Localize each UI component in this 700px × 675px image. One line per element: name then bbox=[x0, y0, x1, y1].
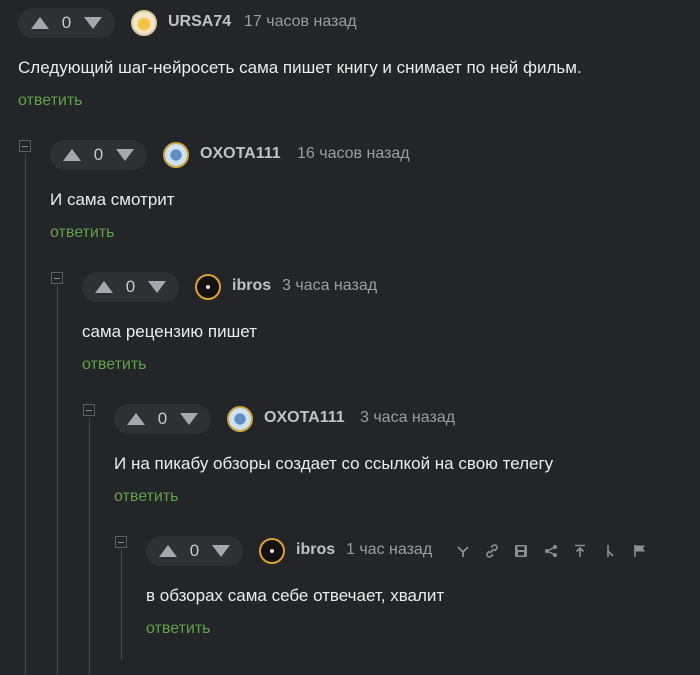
comment-score: 0 bbox=[189, 541, 200, 560]
avatar[interactable] bbox=[195, 274, 221, 300]
comment-score: 0 bbox=[157, 409, 168, 428]
vote-widget: 0 bbox=[146, 536, 243, 566]
downvote-icon[interactable] bbox=[212, 545, 230, 557]
upvote-icon[interactable] bbox=[63, 149, 81, 161]
vote-widget: 0 bbox=[82, 272, 179, 302]
comment-author[interactable]: URSA74 bbox=[168, 13, 231, 31]
upvote-icon[interactable] bbox=[31, 17, 49, 29]
avatar[interactable] bbox=[259, 538, 285, 564]
avatar[interactable] bbox=[131, 10, 157, 36]
share-icon[interactable] bbox=[543, 543, 559, 559]
downvote-icon[interactable] bbox=[84, 17, 102, 29]
comment-time[interactable]: 1 час назад bbox=[346, 541, 432, 559]
branch-icon[interactable] bbox=[455, 543, 471, 559]
up-arrow-icon[interactable] bbox=[572, 543, 588, 559]
thread-line bbox=[121, 550, 122, 660]
thread-line bbox=[57, 286, 58, 675]
vote-widget: 0 bbox=[50, 140, 147, 170]
comment-score: 0 bbox=[61, 13, 72, 32]
downvote-icon[interactable] bbox=[116, 149, 134, 161]
comment-text: И на пикабу обзоры создает со ссылкой на… bbox=[114, 454, 554, 473]
avatar[interactable] bbox=[227, 406, 253, 432]
comment-time[interactable]: 16 часов назад bbox=[297, 145, 410, 163]
reply-button[interactable]: ответить bbox=[82, 356, 147, 374]
reply-button[interactable]: ответить bbox=[146, 620, 211, 638]
downvote-icon[interactable] bbox=[148, 281, 166, 293]
vote-widget: 0 bbox=[18, 8, 115, 38]
comment-text: И сама смотрит bbox=[50, 190, 175, 209]
flag-icon[interactable] bbox=[632, 543, 648, 559]
reply-button[interactable]: ответить bbox=[18, 92, 83, 110]
avatar[interactable] bbox=[163, 142, 189, 168]
upvote-icon[interactable] bbox=[127, 413, 145, 425]
vote-widget: 0 bbox=[114, 404, 211, 434]
comment-score: 0 bbox=[125, 277, 136, 296]
comment-text: сама рецензию пишет bbox=[82, 322, 257, 341]
link-icon[interactable] bbox=[484, 543, 500, 559]
collapse-icon[interactable] bbox=[19, 140, 31, 152]
comment-author[interactable]: ibros bbox=[232, 277, 271, 295]
comment-author[interactable]: ibros bbox=[296, 541, 335, 559]
collapse-icon[interactable] bbox=[83, 404, 95, 416]
collapse-icon[interactable] bbox=[115, 536, 127, 548]
reply-button[interactable]: ответить bbox=[114, 488, 179, 506]
thread-line bbox=[25, 154, 26, 675]
save-icon[interactable] bbox=[513, 543, 529, 559]
upvote-icon[interactable] bbox=[159, 545, 177, 557]
thread-line bbox=[89, 418, 90, 675]
comment-text: Следующий шаг-нейросеть сама пишет книгу… bbox=[18, 58, 582, 77]
comment-author[interactable]: OXOTA111 bbox=[200, 145, 281, 163]
comment-time[interactable]: 17 часов назад bbox=[244, 13, 357, 31]
comment-score: 0 bbox=[93, 145, 104, 164]
downvote-icon[interactable] bbox=[180, 413, 198, 425]
comment-text: в обзорах сама себе отвечает, хвалит bbox=[146, 586, 445, 605]
collapse-branch-icon[interactable] bbox=[602, 543, 618, 559]
comment-author[interactable]: OXOTA111 bbox=[264, 409, 345, 427]
upvote-icon[interactable] bbox=[95, 281, 113, 293]
comment-time[interactable]: 3 часа назад bbox=[282, 277, 377, 295]
reply-button[interactable]: ответить bbox=[50, 224, 115, 242]
comment-time[interactable]: 3 часа назад bbox=[360, 409, 455, 427]
collapse-icon[interactable] bbox=[51, 272, 63, 284]
